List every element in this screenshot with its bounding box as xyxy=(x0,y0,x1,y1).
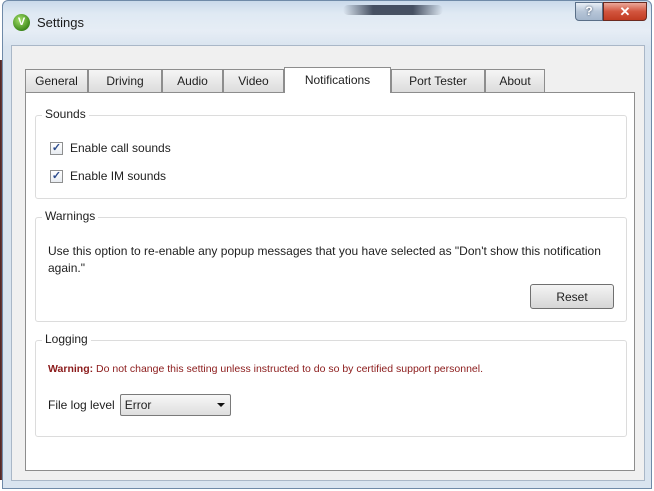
checkmark-icon: ✓ xyxy=(51,169,62,182)
checkmark-icon: ✓ xyxy=(51,141,62,154)
title-bar[interactable]: V Settings ? ✕ xyxy=(3,1,651,45)
enable-im-sounds-label[interactable]: Enable IM sounds xyxy=(70,169,166,183)
tab-about[interactable]: About xyxy=(485,69,545,92)
tab-driving[interactable]: Driving xyxy=(88,69,162,92)
chevron-down-icon[interactable] xyxy=(216,403,225,407)
help-button[interactable]: ? xyxy=(575,2,603,21)
help-icon: ? xyxy=(585,4,593,18)
tab-audio[interactable]: Audio xyxy=(162,69,223,92)
warnings-group-title: Warnings xyxy=(42,209,99,223)
file-log-level-value: Error xyxy=(124,398,152,412)
logging-warning-prefix: Warning: xyxy=(48,363,94,375)
warnings-group: Warnings Use this option to re-enable an… xyxy=(35,209,627,322)
logging-warning-text: Do not change this setting unless instru… xyxy=(93,363,484,375)
tab-video[interactable]: Video xyxy=(223,69,284,92)
sounds-group: Sounds ✓ Enable call sounds ✓ Enable IM … xyxy=(35,107,627,199)
settings-window: V Settings ? ✕ General Driving Audio Vid… xyxy=(2,0,652,489)
warnings-description: Use this option to re-enable any popup m… xyxy=(48,244,601,275)
reset-button[interactable]: Reset xyxy=(530,284,614,309)
enable-call-sounds-label[interactable]: Enable call sounds xyxy=(70,141,171,155)
close-button[interactable]: ✕ xyxy=(603,2,647,21)
enable-im-sounds-checkbox[interactable]: ✓ xyxy=(50,169,63,183)
tab-general[interactable]: General xyxy=(25,69,88,92)
app-logo-icon: V xyxy=(13,14,30,31)
title-bar-smudge xyxy=(343,5,443,15)
file-log-level-label: File log level xyxy=(48,398,115,412)
logging-group-title: Logging xyxy=(42,332,91,346)
enable-im-sounds-row[interactable]: ✓ Enable IM sounds xyxy=(50,168,166,184)
tab-port-tester[interactable]: Port Tester xyxy=(391,69,485,92)
logging-warning: Warning: Do not change this setting unle… xyxy=(48,363,483,375)
notifications-tab-page: Sounds ✓ Enable call sounds ✓ Enable IM … xyxy=(25,92,635,471)
close-icon: ✕ xyxy=(619,4,631,19)
sounds-group-title: Sounds xyxy=(42,107,89,121)
file-log-level-select[interactable]: Error xyxy=(119,394,231,416)
dialog-client-area: General Driving Audio Video Notification… xyxy=(11,45,645,481)
window-title: Settings xyxy=(37,15,84,30)
tab-notifications[interactable]: Notifications xyxy=(284,67,391,93)
logging-group: Logging Warning: Do not change this sett… xyxy=(35,332,627,437)
enable-call-sounds-checkbox[interactable]: ✓ xyxy=(50,141,63,155)
file-log-level-row: File log level Error xyxy=(48,394,231,416)
enable-call-sounds-row[interactable]: ✓ Enable call sounds xyxy=(50,140,171,156)
